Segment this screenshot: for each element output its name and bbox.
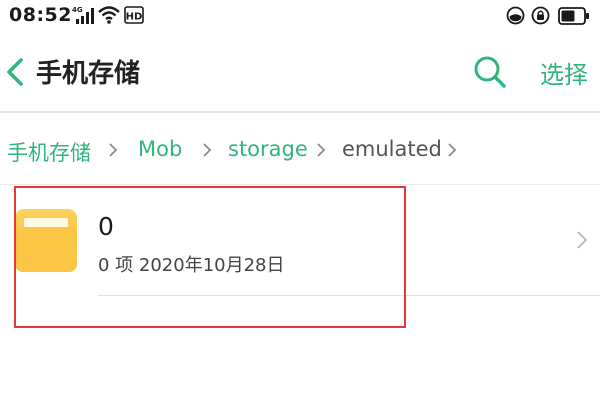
battery-icon [558,7,590,29]
file-name: 0 [98,212,114,241]
breadcrumb: 手机存储 Mob storage emulated [0,113,600,185]
select-button[interactable]: 选择 [540,55,588,90]
network-type-label: 4G [72,6,83,14]
list-item-folder[interactable]: 0 0 项 2020年10月28日 [0,185,600,297]
breadcrumb-item-storage[interactable]: storage [228,137,308,161]
page-title: 手机存储 [36,59,141,89]
breadcrumb-item-phone-storage[interactable]: 手机存储 [7,137,91,167]
folder-icon [15,209,77,272]
search-icon [472,56,508,94]
chevron-right-icon [201,141,213,159]
privacy-lock-icon [531,6,550,29]
status-bar: 08:52 4G HD [0,0,600,32]
chevron-right-icon [446,141,458,159]
status-time: 08:52 [9,4,72,26]
search-button[interactable] [472,54,508,90]
signal-icon: 4G [72,5,94,29]
breadcrumb-item-mob[interactable]: Mob [138,137,182,161]
breadcrumb-item-emulated[interactable]: emulated [342,137,442,161]
hd-icon: HD [124,5,144,29]
back-button[interactable] [3,54,29,90]
list-divider [98,295,600,296]
chevron-left-icon [3,58,29,94]
hd-label: HD [126,12,143,23]
app-header: 手机存储 选择 [0,32,600,112]
chevron-right-icon [315,141,327,159]
chevron-right-icon [576,229,588,251]
wifi-icon [97,5,121,29]
file-meta: 0 项 2020年10月28日 [98,255,285,276]
chevron-right-icon [107,141,119,159]
data-saver-icon [506,6,525,29]
